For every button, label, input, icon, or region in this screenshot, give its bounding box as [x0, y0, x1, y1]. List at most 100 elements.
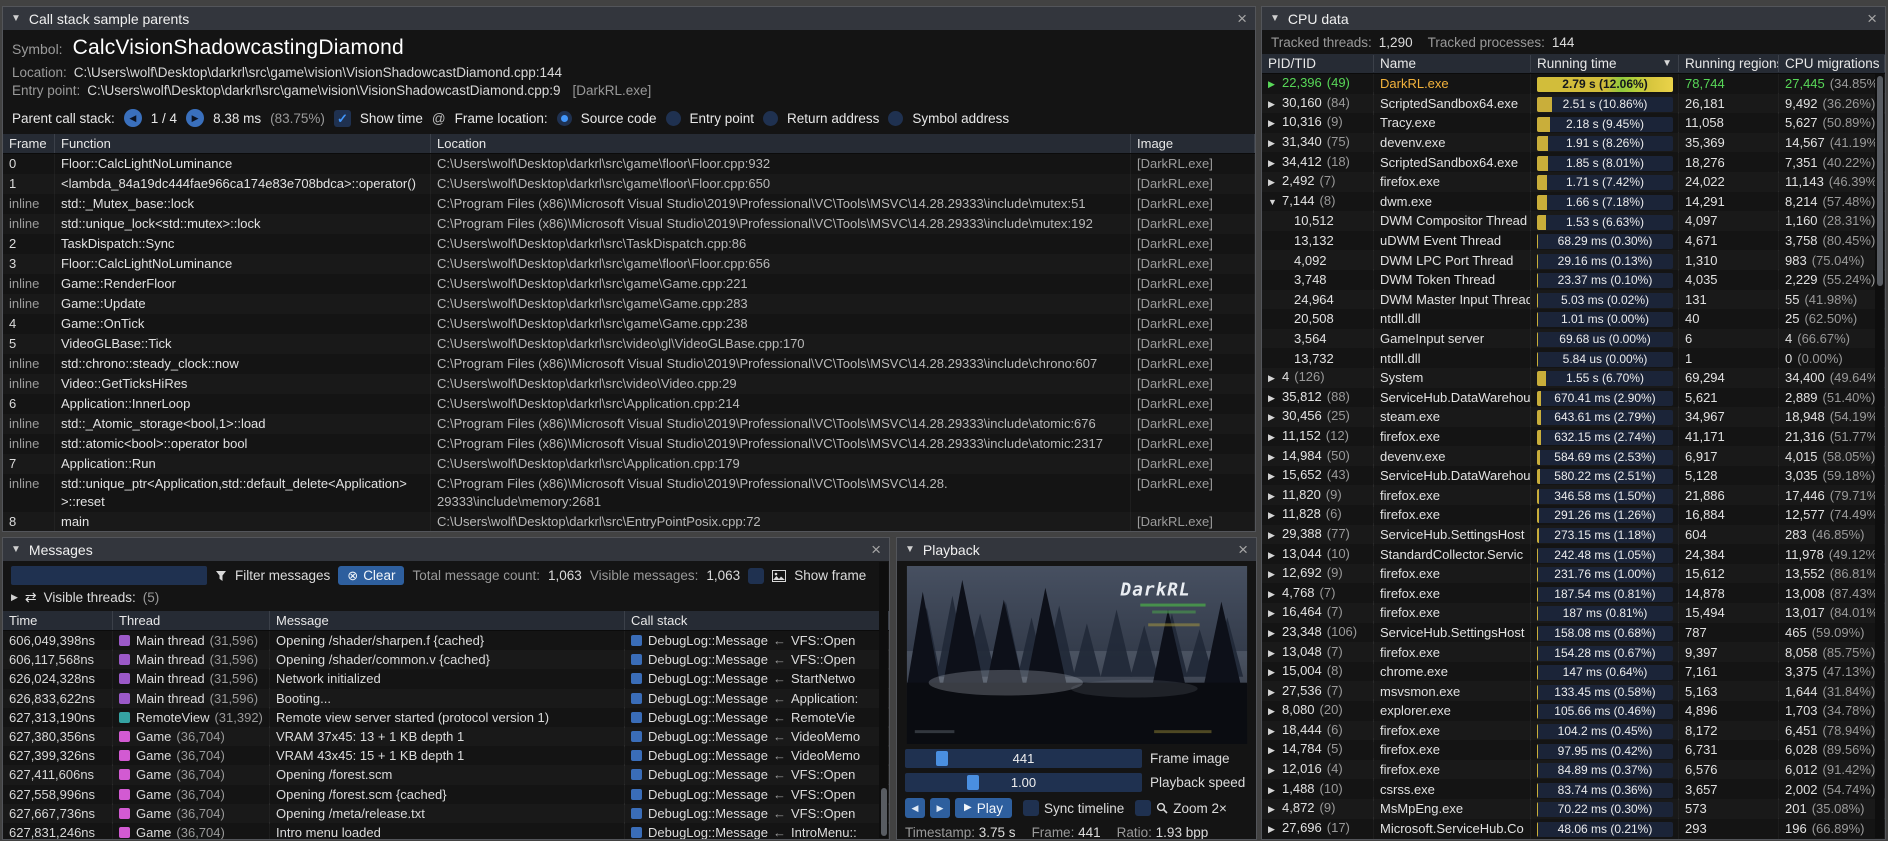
radio-entry-point[interactable] — [666, 111, 681, 126]
message-row[interactable]: 627,313,190nsRemoteView(31,392)Remote vi… — [3, 708, 889, 727]
cpu-thread-row[interactable]: 20,508ntdll.dll1.01 ms (0.00%)4025(62.50… — [1262, 309, 1885, 329]
cpu-process-row[interactable]: ▶23,348(106)ServiceHub.SettingsHost158.0… — [1262, 623, 1885, 643]
column-message[interactable]: Message — [270, 611, 625, 630]
scrollbar-thumb[interactable] — [1877, 76, 1883, 286]
cpu-process-row[interactable]: ▶12,016(4)firefox.exe84.89 ms (0.37%)6,5… — [1262, 760, 1885, 780]
cpu-process-row[interactable]: ▶18,444(6)firefox.exe104.2 ms (0.45%)8,1… — [1262, 721, 1885, 741]
cpu-process-row[interactable]: ▶35,812(88)ServiceHub.DataWarehou670.41 … — [1262, 388, 1885, 408]
cpu-thread-row[interactable]: 3,564GameInput server69.68 us (0.00%)64(… — [1262, 329, 1885, 349]
cpu-process-row[interactable]: ▶4,768(7)firefox.exe187.54 ms (0.81%)14,… — [1262, 583, 1885, 603]
message-row[interactable]: 627,831,246nsGame(36,704)Intro menu load… — [3, 823, 889, 839]
callstack-frame-row[interactable]: 8mainC:\Users\wolf\Desktop\darkrl\src\En… — [3, 512, 1255, 531]
message-row[interactable]: 627,411,606nsGame(36,704)Opening /forest… — [3, 765, 889, 784]
close-icon[interactable]: × — [1867, 10, 1877, 27]
cpu-process-row[interactable]: ▶11,152(12)firefox.exe632.15 ms (2.74%)4… — [1262, 427, 1885, 447]
cpu-process-row[interactable]: ▶11,820(9)firefox.exe346.58 ms (1.50%)21… — [1262, 485, 1885, 505]
collapse-icon[interactable]: ▼ — [1270, 13, 1280, 24]
cpu-thread-row[interactable]: 24,964DWM Master Input Thread5.03 ms (0.… — [1262, 290, 1885, 310]
close-icon[interactable]: × — [1237, 10, 1247, 27]
cpu-process-row[interactable]: ▶14,784(5)firefox.exe97.95 ms (0.42%)6,7… — [1262, 740, 1885, 760]
cpu-process-row[interactable]: ▶1,488(10)csrss.exe83.74 ms (0.36%)3,657… — [1262, 779, 1885, 799]
column-callstack[interactable]: Call stack — [625, 611, 889, 630]
cpu-process-row[interactable]: ▶2,492(7)firefox.exe1.71 s (7.42%)24,022… — [1262, 172, 1885, 192]
cpu-process-row[interactable]: ▶27,536(7)msvsmon.exe133.45 ms (0.58%)5,… — [1262, 681, 1885, 701]
callstack-frame-row[interactable]: 6Application::InnerLoopC:\Users\wolf\Des… — [3, 394, 1255, 414]
cpu-thread-row[interactable]: 13,732ntdll.dll5.84 us (0.00%)10(0.00%) — [1262, 348, 1885, 368]
callstack-frame-row[interactable]: inlinestd::_Mutex_base::lockC:\Program F… — [3, 194, 1255, 214]
show-frame-checkbox[interactable] — [748, 568, 764, 584]
callstack-titlebar[interactable]: ▼ Call stack sample parents × — [3, 7, 1255, 30]
messages-vertical-scrollbar[interactable] — [879, 562, 888, 838]
cpu-vertical-scrollbar[interactable] — [1875, 74, 1884, 838]
message-row[interactable]: 606,117,568nsMain thread(31,596)Opening … — [3, 650, 889, 669]
callstack-frame-row[interactable]: inlinestd::atomic<bool>::operator boolC:… — [3, 434, 1255, 454]
callstack-frame-row[interactable]: inlinestd::unique_lock<std::mutex>::lock… — [3, 214, 1255, 234]
message-row[interactable]: 626,024,328nsMain thread(31,596)Network … — [3, 669, 889, 688]
column-name[interactable]: Name — [1374, 55, 1531, 72]
collapse-icon[interactable]: ▼ — [905, 544, 915, 555]
cpu-process-row[interactable]: ▶13,048(7)firefox.exe154.28 ms (0.67%)9,… — [1262, 642, 1885, 662]
column-pid-tid[interactable]: PID/TID — [1262, 55, 1374, 72]
callstack-frame-row[interactable]: 2TaskDispatch::SyncC:\Users\wolf\Desktop… — [3, 234, 1255, 254]
playback-titlebar[interactable]: ▼ Playback × — [897, 538, 1256, 561]
callstack-frame-row[interactable]: 0Floor::CalcLightNoLuminanceC:\Users\wol… — [3, 154, 1255, 174]
callstack-frame-row[interactable]: 3Floor::CalcLightNoLuminanceC:\Users\wol… — [3, 254, 1255, 274]
cpu-thread-row[interactable]: 13,132uDWM Event Thread68.29 ms (0.30%)4… — [1262, 231, 1885, 251]
message-row[interactable]: 627,558,996nsGame(36,704)Opening /forest… — [3, 785, 889, 804]
next-frame-button[interactable]: ▶ — [930, 798, 950, 818]
collapse-icon[interactable]: ▼ — [11, 544, 21, 555]
collapse-icon[interactable]: ▼ — [11, 13, 21, 24]
callstack-frame-row[interactable]: 4Game::OnTickC:\Users\wolf\Desktop\darkr… — [3, 314, 1255, 334]
cpu-process-row[interactable]: ▶30,456(25)steam.exe643.61 ms (2.79%)34,… — [1262, 407, 1885, 427]
message-row[interactable]: 627,399,326nsGame(36,704)VRAM 43x45: 15 … — [3, 746, 889, 765]
messages-titlebar[interactable]: ▼ Messages × — [3, 538, 889, 561]
radio-symbol-address[interactable] — [888, 111, 903, 126]
playback-speed-slider[interactable]: 1.00 — [905, 773, 1142, 792]
cpu-process-row[interactable]: ▶14,984(50)devenv.exe584.69 ms (2.53%)6,… — [1262, 446, 1885, 466]
callstack-frame-row[interactable]: 7Application::RunC:\Users\wolf\Desktop\d… — [3, 454, 1255, 474]
play-button[interactable]: ▶ Play — [955, 798, 1012, 818]
callstack-frame-row[interactable]: 5VideoGLBase::TickC:\Users\wolf\Desktop\… — [3, 334, 1255, 354]
cpu-process-row[interactable]: ▶16,464(7)firefox.exe187 ms (0.81%)15,49… — [1262, 603, 1885, 623]
expander-icon[interactable]: ▶ — [11, 592, 18, 603]
cpu-process-row[interactable]: ▶22,396(49)DarkRL.exe2.79 s (12.06%)78,7… — [1262, 74, 1885, 94]
cpu-process-row[interactable]: ▼7,144(8)dwm.exe1.66 s (7.18%)14,2918,21… — [1262, 192, 1885, 212]
column-running-regions[interactable]: Running regions — [1679, 55, 1779, 72]
column-time[interactable]: Time — [3, 611, 113, 630]
cpu-titlebar[interactable]: ▼ CPU data × — [1262, 7, 1885, 30]
prev-frame-button[interactable]: ◀ — [905, 798, 925, 818]
callstack-frame-row[interactable]: inlineGame::UpdateC:\Users\wolf\Desktop\… — [3, 294, 1255, 314]
expand-row-icon[interactable]: ▶ — [1268, 820, 1282, 839]
cpu-process-row[interactable]: ▶29,388(77)ServiceHub.SettingsHost273.15… — [1262, 525, 1885, 545]
clear-button[interactable]: ⊗ Clear — [338, 566, 404, 585]
cpu-thread-row[interactable]: 4,092DWM LPC Port Thread29.16 ms (0.13%)… — [1262, 250, 1885, 270]
message-row[interactable]: 606,049,398nsMain thread(31,596)Opening … — [3, 631, 889, 650]
message-row[interactable]: 627,667,736nsGame(36,704)Opening /meta/r… — [3, 804, 889, 823]
show-time-checkbox[interactable]: ✓ — [334, 110, 351, 127]
column-frame[interactable]: Frame — [3, 134, 55, 153]
column-image[interactable]: Image — [1131, 134, 1255, 153]
callstack-frame-row[interactable]: inlinestd::_Atomic_storage<bool,1>::load… — [3, 414, 1255, 434]
column-cpu-migrations[interactable]: CPU migrations — [1779, 55, 1885, 72]
radio-return-address[interactable] — [763, 111, 778, 126]
frame-image-slider[interactable]: 441 — [905, 749, 1142, 768]
cpu-process-row[interactable]: ▶10,316(9)Tracy.exe2.18 s (9.45%)11,0585… — [1262, 113, 1885, 133]
cpu-thread-row[interactable]: 10,512DWM Compositor Thread1.53 s (6.63%… — [1262, 211, 1885, 231]
callstack-frame-row[interactable]: inlineGame::RenderFloorC:\Users\wolf\Des… — [3, 274, 1255, 294]
cpu-thread-row[interactable]: 3,748DWM Token Thread23.37 ms (0.10%)4,0… — [1262, 270, 1885, 290]
close-icon[interactable]: × — [1238, 541, 1248, 558]
callstack-frame-row[interactable]: inlinestd::unique_ptr<Application,std::d… — [3, 474, 1255, 512]
cpu-process-row[interactable]: ▶11,828(6)firefox.exe291.26 ms (1.26%)16… — [1262, 505, 1885, 525]
cpu-process-row[interactable]: ▶30,160(84)ScriptedSandbox64.exe2.51 s (… — [1262, 94, 1885, 114]
close-icon[interactable]: × — [871, 541, 881, 558]
zoom-checkbox[interactable] — [1135, 800, 1151, 816]
cpu-process-row[interactable]: ▶4(126)System1.55 s (6.70%)69,29434,400(… — [1262, 368, 1885, 388]
cpu-process-row[interactable]: ▶8,080(20)explorer.exe105.66 ms (0.46%)4… — [1262, 701, 1885, 721]
radio-source-code[interactable] — [557, 111, 572, 126]
collapse-row-icon[interactable]: ▼ — [1268, 193, 1282, 212]
message-row[interactable]: 627,380,356nsGame(36,704)VRAM 37x45: 13 … — [3, 727, 889, 746]
column-thread[interactable]: Thread — [113, 611, 270, 630]
visible-threads-expander[interactable]: ▶ ⇄ Visible threads: (5) — [3, 589, 889, 611]
column-location[interactable]: Location — [431, 134, 1131, 153]
cpu-process-row[interactable]: ▶31,340(75)devenv.exe1.91 s (8.26%)35,36… — [1262, 133, 1885, 153]
